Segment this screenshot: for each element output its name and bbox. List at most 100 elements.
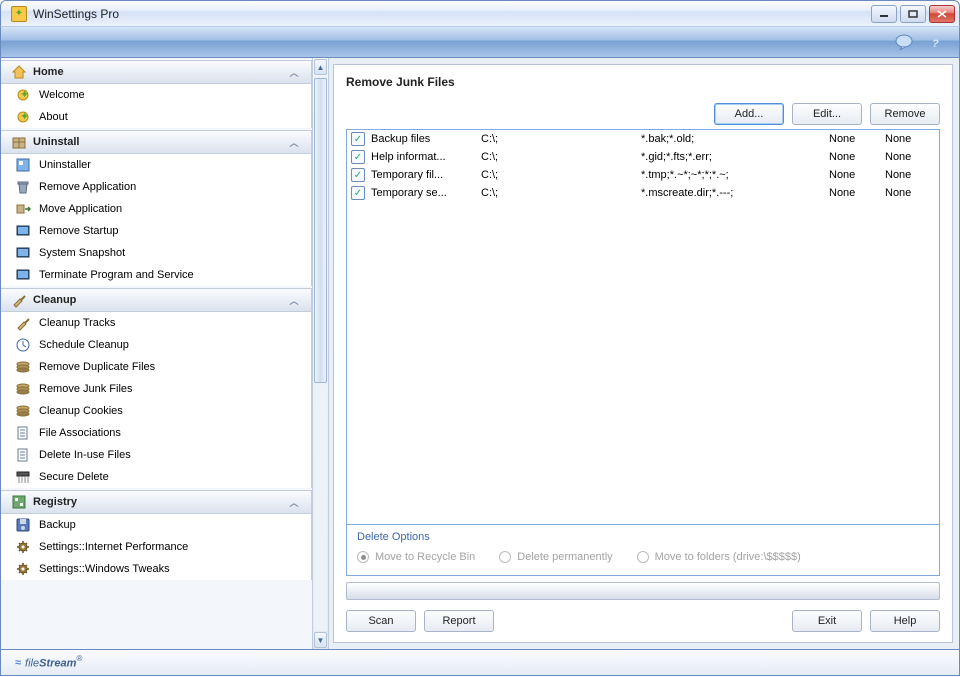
section-header-registry[interactable]: Registry︿ xyxy=(1,490,312,514)
star-icon: ✦ xyxy=(15,109,31,125)
svg-text:✦: ✦ xyxy=(20,111,29,123)
scan-button[interactable]: Scan xyxy=(346,610,416,632)
row-col2: None xyxy=(885,169,935,181)
window-buttons xyxy=(871,5,955,23)
app-icon: ✦ xyxy=(11,6,27,22)
checkbox[interactable]: ✓ xyxy=(351,150,365,164)
sidebar-item-label: Settings::Windows Tweaks xyxy=(39,563,170,575)
exit-button[interactable]: Exit xyxy=(792,610,862,632)
minimize-button[interactable] xyxy=(871,5,897,23)
section-header-cleanup[interactable]: Cleanup ︿ xyxy=(1,288,312,312)
radio-icon xyxy=(499,551,511,563)
sidebar-item-label: Cleanup Cookies xyxy=(39,405,123,417)
remove-button[interactable]: Remove xyxy=(870,103,940,125)
broom-icon xyxy=(11,292,27,308)
sidebar-item-remove-application[interactable]: Remove Application xyxy=(1,176,311,198)
sidebar-item-delete-in-use-files[interactable]: Delete In-use Files xyxy=(1,444,311,466)
screen-icon xyxy=(15,223,31,239)
svg-text:?: ? xyxy=(932,38,939,50)
sidebar-item-cleanup-cookies[interactable]: Cleanup Cookies xyxy=(1,400,311,422)
bottom-button-row: Scan Report Exit Help xyxy=(346,610,940,632)
doc-icon xyxy=(15,447,31,463)
section-title: Cleanup xyxy=(33,294,76,306)
brand-bold: Stream xyxy=(39,657,76,669)
row-col2: None xyxy=(885,151,935,163)
help-icon[interactable]: ? xyxy=(925,31,947,53)
sidebar-item-file-associations[interactable]: File Associations xyxy=(1,422,311,444)
broom-icon xyxy=(15,315,31,331)
sidebar-item-label: Uninstaller xyxy=(39,159,91,171)
sidebar-item-label: System Snapshot xyxy=(39,247,125,259)
radio-icon xyxy=(637,551,649,563)
stack-icon xyxy=(15,403,31,419)
sidebar-item-terminate-program-and-service[interactable]: Terminate Program and Service xyxy=(1,264,311,286)
scroll-down-button[interactable]: ▼ xyxy=(314,632,327,648)
gear-icon xyxy=(15,539,31,555)
checkbox[interactable]: ✓ xyxy=(351,186,365,200)
sidebar-item-settings-windows-tweaks[interactable]: Settings::Windows Tweaks xyxy=(1,558,311,580)
sidebar-item-remove-junk-files[interactable]: Remove Junk Files xyxy=(1,378,311,400)
report-button[interactable]: Report xyxy=(424,610,494,632)
row-drive: C:\; xyxy=(481,169,641,181)
sidebar-item-uninstaller[interactable]: Uninstaller xyxy=(1,154,311,176)
row-mask: *.gid;*.fts;*.err; xyxy=(641,151,829,163)
row-col1: None xyxy=(829,151,885,163)
sidebar-item-schedule-cleanup[interactable]: Schedule Cleanup xyxy=(1,334,311,356)
radio-icon xyxy=(357,551,369,563)
checkbox[interactable]: ✓ xyxy=(351,168,365,182)
top-button-row: Add... Edit... Remove xyxy=(346,103,940,125)
row-mask: *.bak;*.old; xyxy=(641,133,829,145)
file-row[interactable]: ✓Help informat...C:\;*.gid;*.fts;*.err;N… xyxy=(347,148,939,166)
close-button[interactable] xyxy=(929,5,955,23)
file-row[interactable]: ✓Backup filesC:\;*.bak;*.old;NoneNone xyxy=(347,130,939,148)
scroll-up-button[interactable]: ▲ xyxy=(314,59,327,75)
chat-icon[interactable] xyxy=(893,31,915,53)
checkbox[interactable]: ✓ xyxy=(351,132,365,146)
sidebar-item-cleanup-tracks[interactable]: Cleanup Tracks xyxy=(1,312,311,334)
section-title: Home xyxy=(33,66,64,78)
row-col1: None xyxy=(829,187,885,199)
junk-file-list[interactable]: ✓Backup filesC:\;*.bak;*.old;NoneNone✓He… xyxy=(346,129,940,525)
file-row[interactable]: ✓Temporary se...C:\;*.mscreate.dir;*.---… xyxy=(347,184,939,202)
brand-pre: file xyxy=(25,657,39,669)
chevron-up-icon[interactable]: ︿ xyxy=(287,135,301,149)
row-col1: None xyxy=(829,133,885,145)
row-drive: C:\; xyxy=(481,187,641,199)
sidebar-scrollbar[interactable]: ▲ ▼ xyxy=(312,58,328,649)
scroll-thumb[interactable] xyxy=(314,78,327,383)
home-icon xyxy=(11,64,27,80)
brand-icon: ≈ xyxy=(15,657,21,669)
clock-icon xyxy=(15,337,31,353)
section-header-uninstall[interactable]: Uninstall︿ xyxy=(1,130,312,154)
delete-options-legend: Delete Options xyxy=(357,531,929,543)
screen-icon xyxy=(15,245,31,261)
section-header-home[interactable]: Home ︿ xyxy=(1,60,312,84)
gear-icon xyxy=(15,561,31,577)
progress-bar xyxy=(346,582,940,600)
sidebar-item-system-snapshot[interactable]: System Snapshot xyxy=(1,242,311,264)
delete-option-radio[interactable]: Delete permanently xyxy=(499,551,612,563)
sidebar-item-label: Backup xyxy=(39,519,76,531)
sidebar-item-remove-duplicate-files[interactable]: Remove Duplicate Files xyxy=(1,356,311,378)
delete-option-radio[interactable]: Move to folders (drive:\$$$$$) xyxy=(637,551,801,563)
edit-button[interactable]: Edit... xyxy=(792,103,862,125)
help-button[interactable]: Help xyxy=(870,610,940,632)
sidebar-item-settings-internet-performance[interactable]: Settings::Internet Performance xyxy=(1,536,311,558)
delete-option-radio[interactable]: Move to Recycle Bin xyxy=(357,551,475,563)
sidebar-item-label: Secure Delete xyxy=(39,471,109,483)
sidebar-item-backup[interactable]: Backup xyxy=(1,514,311,536)
sidebar-item-label: Remove Application xyxy=(39,181,136,193)
sidebar-item-welcome[interactable]: ✦Welcome xyxy=(1,84,311,106)
sidebar-item-move-application[interactable]: Move Application xyxy=(1,198,311,220)
chevron-up-icon[interactable]: ︿ xyxy=(287,495,301,509)
sidebar-item-remove-startup[interactable]: Remove Startup xyxy=(1,220,311,242)
chevron-up-icon[interactable]: ︿ xyxy=(287,293,301,307)
sidebar-item-about[interactable]: ✦About xyxy=(1,106,311,128)
add-button[interactable]: Add... xyxy=(714,103,784,125)
sidebar-item-label: Welcome xyxy=(39,89,85,101)
sidebar-item-secure-delete[interactable]: Secure Delete xyxy=(1,466,311,488)
move-icon xyxy=(15,201,31,217)
maximize-button[interactable] xyxy=(900,5,926,23)
file-row[interactable]: ✓Temporary fil...C:\;*.tmp;*.~*;~*;*;*.~… xyxy=(347,166,939,184)
chevron-up-icon[interactable]: ︿ xyxy=(287,65,301,79)
